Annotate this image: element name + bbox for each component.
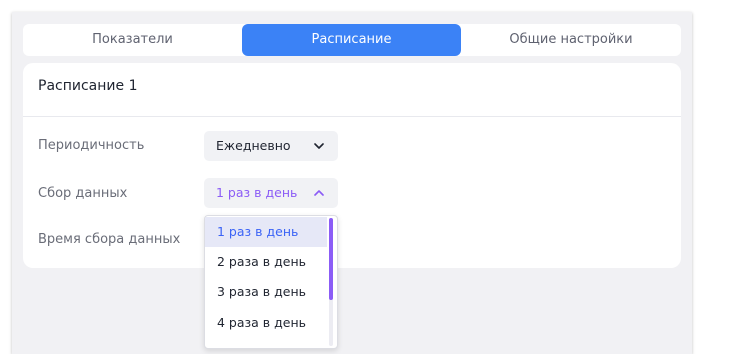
data-collection-select[interactable]: 1 раз в день [204,178,338,208]
card-title: Расписание 1 [38,78,138,94]
schedule-card: Расписание 1 Периодичность Ежедневно Сбо… [23,63,681,268]
collection-time-label: Время сбора данных [38,232,181,247]
periodicity-select[interactable]: Ежедневно [204,131,338,161]
data-collection-dropdown: 1 раз в день 2 раза в день 3 раза в день… [204,215,338,349]
dropdown-option[interactable]: 4 раза в день [205,308,327,338]
dropdown-scrollbar-thumb[interactable] [329,218,333,300]
tab-indicators[interactable]: Показатели [23,24,242,56]
periodicity-value: Ежедневно [216,138,291,153]
tab-bar: Показатели Расписание Общие настройки [23,24,681,56]
data-collection-label: Сбор данных [38,186,128,201]
data-collection-value: 1 раз в день [216,185,298,200]
dropdown-option[interactable]: 2 раза в день [205,247,327,277]
chevron-up-icon [314,178,324,208]
dropdown-option[interactable]: 3 раза в день [205,277,327,307]
chevron-down-icon [314,131,324,161]
card-divider [23,116,681,117]
dropdown-option[interactable]: 1 раз в день [205,217,327,247]
tab-schedule[interactable]: Расписание [242,24,461,56]
periodicity-label: Периодичность [38,138,145,153]
tab-general-settings[interactable]: Общие настройки [461,24,681,56]
